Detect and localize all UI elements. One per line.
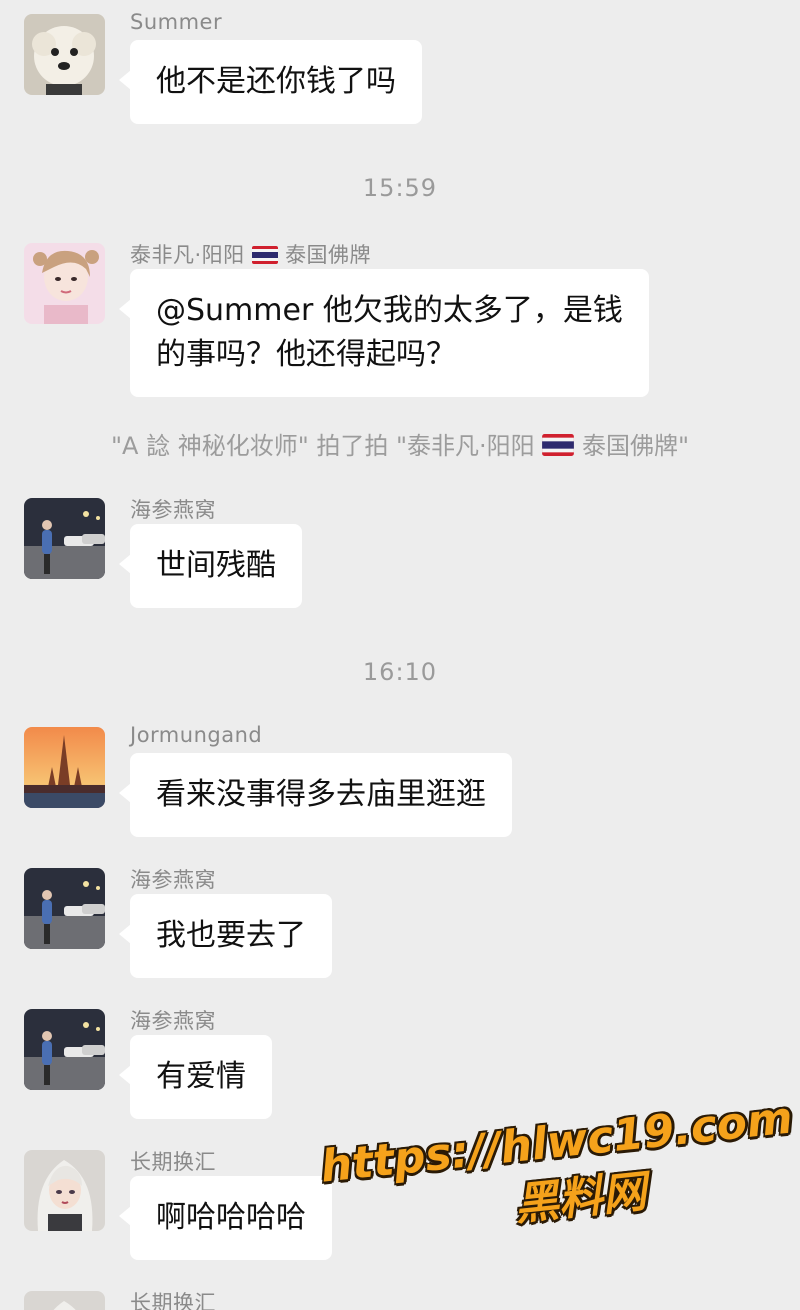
thailand-flag-icon [251,246,278,264]
message-bubble[interactable]: @Summer 他欠我的太多了，是钱 的事吗？他还得起吗？ [119,269,649,397]
sender-name: 海参燕窝 [130,498,216,522]
sender-name: 海参燕窝 [130,868,216,892]
avatar-summer[interactable] [24,14,105,95]
sender-name: Jormungand [130,723,263,747]
night-street-avatar-icon [24,1009,105,1090]
avatar-yangyang[interactable] [24,243,105,324]
anime-avatar-icon [24,1150,105,1231]
sender-name: Summer [130,10,223,34]
temple-sunset-avatar-icon [24,727,105,808]
avatar-changqi[interactable] [24,1291,105,1310]
avatar-haishen[interactable] [24,1009,105,1090]
sender-name: 长期换汇 [130,1150,216,1174]
sender-name-suffix: 泰国佛牌 [285,243,372,267]
message-line: @Summer 他欠我的太多了，是钱 [156,293,623,328]
avatar-haishen[interactable] [24,498,105,579]
system-text: "A 諗 神秘化妆师" 拍了拍 "泰非凡·阳阳 [110,432,535,460]
avatar-jormungand[interactable] [24,727,105,808]
site-watermark: https://hlwc19.com 黑料网 [318,1092,795,1253]
sender-name: 泰非凡·阳阳 泰国佛牌 [130,239,371,269]
message-bubble[interactable]: 世间残酷 [119,524,302,608]
message-bubble[interactable]: 啊哈哈哈哈 [119,1176,332,1260]
woman-avatar-icon [24,243,105,324]
system-pat-notice: "A 諗 神秘化妆师" 拍了拍 "泰非凡·阳阳 泰国佛牌" [0,426,800,461]
message-bubble[interactable]: 有爱情 [119,1035,272,1119]
thailand-flag-icon [542,434,575,456]
sender-name: 长期换汇 [130,1291,216,1310]
timestamp: 16:10 [362,658,438,686]
system-text: 泰国佛牌" [581,432,689,460]
message-line: 的事吗？他还得起吗？ [156,337,456,372]
avatar-haishen[interactable] [24,868,105,949]
chat-window: Summer 他不是还你钱了吗 15:59 泰非凡·阳阳 泰国佛牌 @Summe… [0,0,800,1310]
night-street-avatar-icon [24,498,105,579]
message-bubble[interactable]: 他不是还你钱了吗 [119,40,422,124]
anime-avatar-icon [24,1291,105,1310]
message-bubble[interactable]: 我也要去了 [119,894,332,978]
avatar-changqi[interactable] [24,1150,105,1231]
sender-name: 海参燕窝 [130,1009,216,1033]
sender-name-main: 泰非凡·阳阳 [130,243,245,267]
message-bubble[interactable]: 看来没事得多去庙里逛逛 [119,753,512,837]
night-street-avatar-icon [24,868,105,949]
dog-avatar-icon [24,14,105,95]
timestamp: 15:59 [362,174,438,202]
